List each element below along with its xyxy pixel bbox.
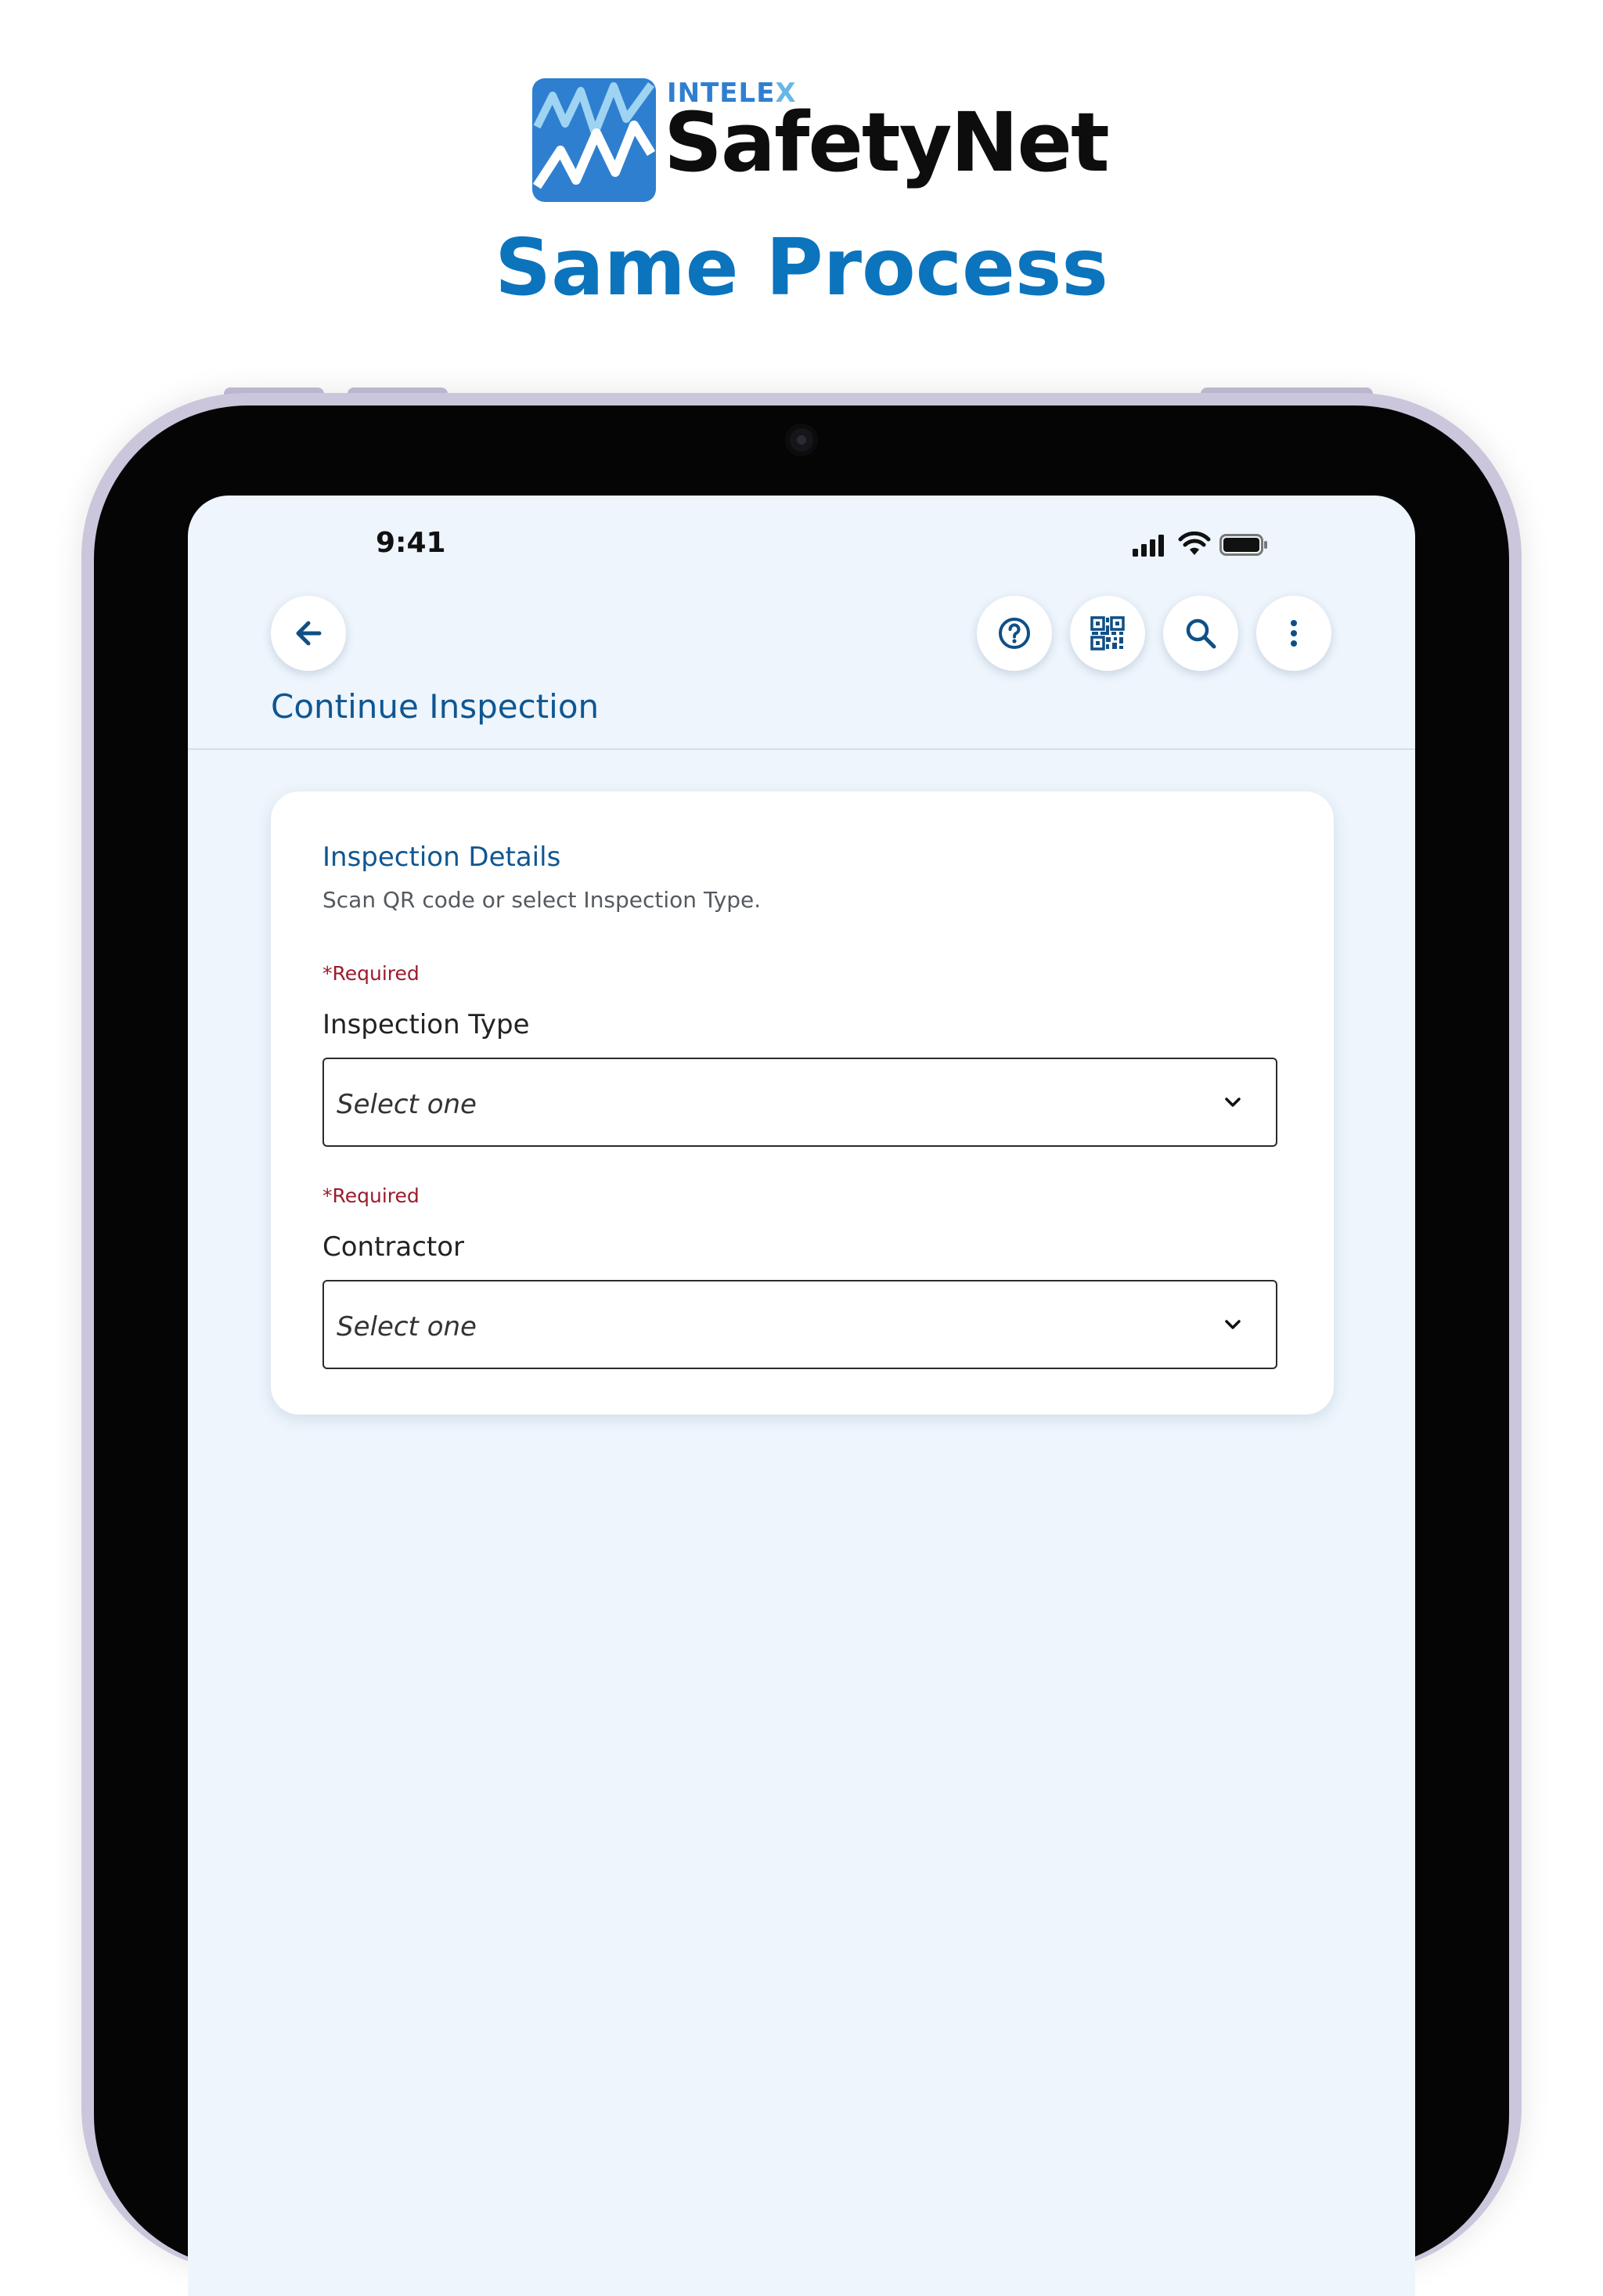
search-button[interactable] [1163, 596, 1238, 671]
inspection-details-card: Inspection Details Scan QR code or selec… [271, 791, 1334, 1415]
status-icons [1131, 530, 1272, 561]
contractor-label: Contractor [322, 1231, 465, 1263]
help-button[interactable] [977, 596, 1052, 671]
inspection-type-label: Inspection Type [322, 1009, 530, 1040]
marketing-headline: Same Process [495, 222, 1108, 313]
back-button[interactable] [271, 596, 346, 671]
status-time: 9:41 [376, 527, 446, 559]
card-title: Inspection Details [322, 842, 561, 873]
header-divider [188, 748, 1415, 750]
card-subtitle: Scan QR code or select Inspection Type. [322, 887, 762, 913]
battery-icon [1219, 534, 1267, 556]
front-camera [785, 424, 818, 456]
logo-product-name: SafetyNet [664, 95, 1110, 190]
qr-scan-button[interactable] [1070, 596, 1145, 671]
chevron-down-icon [1225, 1098, 1241, 1107]
page-title: Continue Inspection [271, 687, 600, 726]
safetynet-logo-mark-icon [532, 78, 656, 202]
chevron-down-icon [1225, 1320, 1241, 1329]
inspection-type-select[interactable]: Select one [322, 1058, 1277, 1147]
wifi-icon [1178, 532, 1211, 555]
contractor-required-label: *Required [322, 1184, 420, 1207]
qr-code-icon [1090, 616, 1125, 651]
inspection-type-select-value: Select one [337, 1089, 477, 1120]
arrow-left-icon [296, 621, 322, 646]
contractor-select-value: Select one [337, 1311, 477, 1343]
inspection-type-required-label: *Required [322, 962, 420, 985]
cellular-signal-icon [1133, 535, 1164, 557]
more-vertical-icon [1291, 620, 1297, 647]
more-options-button[interactable] [1256, 596, 1331, 671]
help-circle-icon [999, 618, 1030, 649]
search-icon [1186, 618, 1216, 649]
contractor-select[interactable]: Select one [322, 1280, 1277, 1369]
app-screen: 9:41 Continue Inspection Inspection Deta… [188, 496, 1415, 2296]
safetynet-logo: INTELEX SafetyNet [532, 78, 1110, 204]
